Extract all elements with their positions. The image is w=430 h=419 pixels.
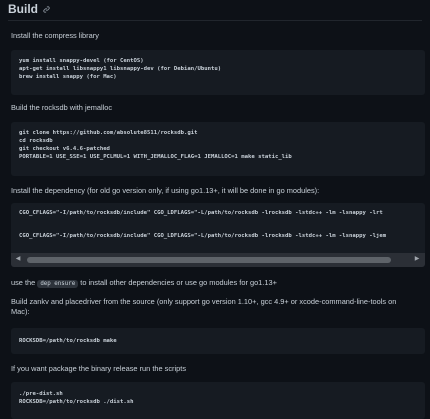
code-line: cd rocksdb (19, 138, 53, 145)
scroll-right-icon[interactable]: ▶ (412, 253, 422, 267)
heading-divider (8, 20, 422, 21)
package-intro-text: If you want package the binary release r… (11, 364, 187, 373)
zankv-code-block[interactable]: ROCKSDB=/path/to/rocksdb make (11, 328, 425, 354)
code-line: git clone https://github.com/absolute851… (19, 130, 198, 136)
code-line: ./pre-dist.sh (19, 391, 63, 397)
scroll-left-icon[interactable]: ◀ (13, 253, 23, 267)
code-line: ROCKSDB=/path/to/rocksdb ./dist.sh (19, 399, 134, 406)
code-line: brew install snappy (for Mac) (19, 74, 117, 81)
link-icon[interactable] (43, 6, 50, 13)
code-line: PORTABLE=1 USE_SSE=1 USE_PCLMUL=1 WITH_J… (19, 154, 292, 161)
section-heading: Build (8, 2, 50, 18)
code-line: ROCKSDB=/path/to/rocksdb make (19, 338, 117, 344)
code-line: yum install snappy-devel (for CentOS) (19, 58, 144, 64)
dep-text-after: to install other dependencies or use go … (80, 278, 277, 287)
dependency-intro-text: Install the dependency (for old go versi… (11, 186, 320, 195)
rocksdb-intro-text: Build the rocksdb with jemalloc (11, 103, 113, 112)
zankv-intro-text: Build zankv and placedriver from the sou… (11, 297, 397, 316)
compress-intro-text: Install the compress library (11, 31, 99, 40)
code-line: apt-get install libsnappy1 libsnappy-dev… (19, 66, 222, 73)
rocksdb-code-block[interactable]: git clone https://github.com/absolute851… (11, 122, 425, 176)
compress-code-block[interactable]: yum install snappy-devel (for CentOS) ap… (11, 50, 425, 95)
code-line: CGO_CFLAGS="-I/path/to/rocksdb/include" … (19, 233, 387, 239)
code-line: git checkout v6.4.6-patched (19, 146, 110, 153)
heading-title: Build (8, 2, 38, 16)
package-code-block[interactable]: ./pre-dist.sh ROCKSDB=/path/to/rocksdb .… (11, 382, 425, 419)
dep-inline-code: dep ensure (37, 280, 79, 288)
code-line: CGO_CFLAGS="-I/path/to/rocksdb/include" … (19, 210, 383, 216)
scrollbar-thumb[interactable] (27, 257, 391, 263)
dep-ensure-text: use the dep ensure to install other depe… (11, 278, 277, 289)
readme-build-section: Build Install the compress library yum i… (0, 0, 430, 419)
dep-text-before: use the (11, 278, 36, 287)
